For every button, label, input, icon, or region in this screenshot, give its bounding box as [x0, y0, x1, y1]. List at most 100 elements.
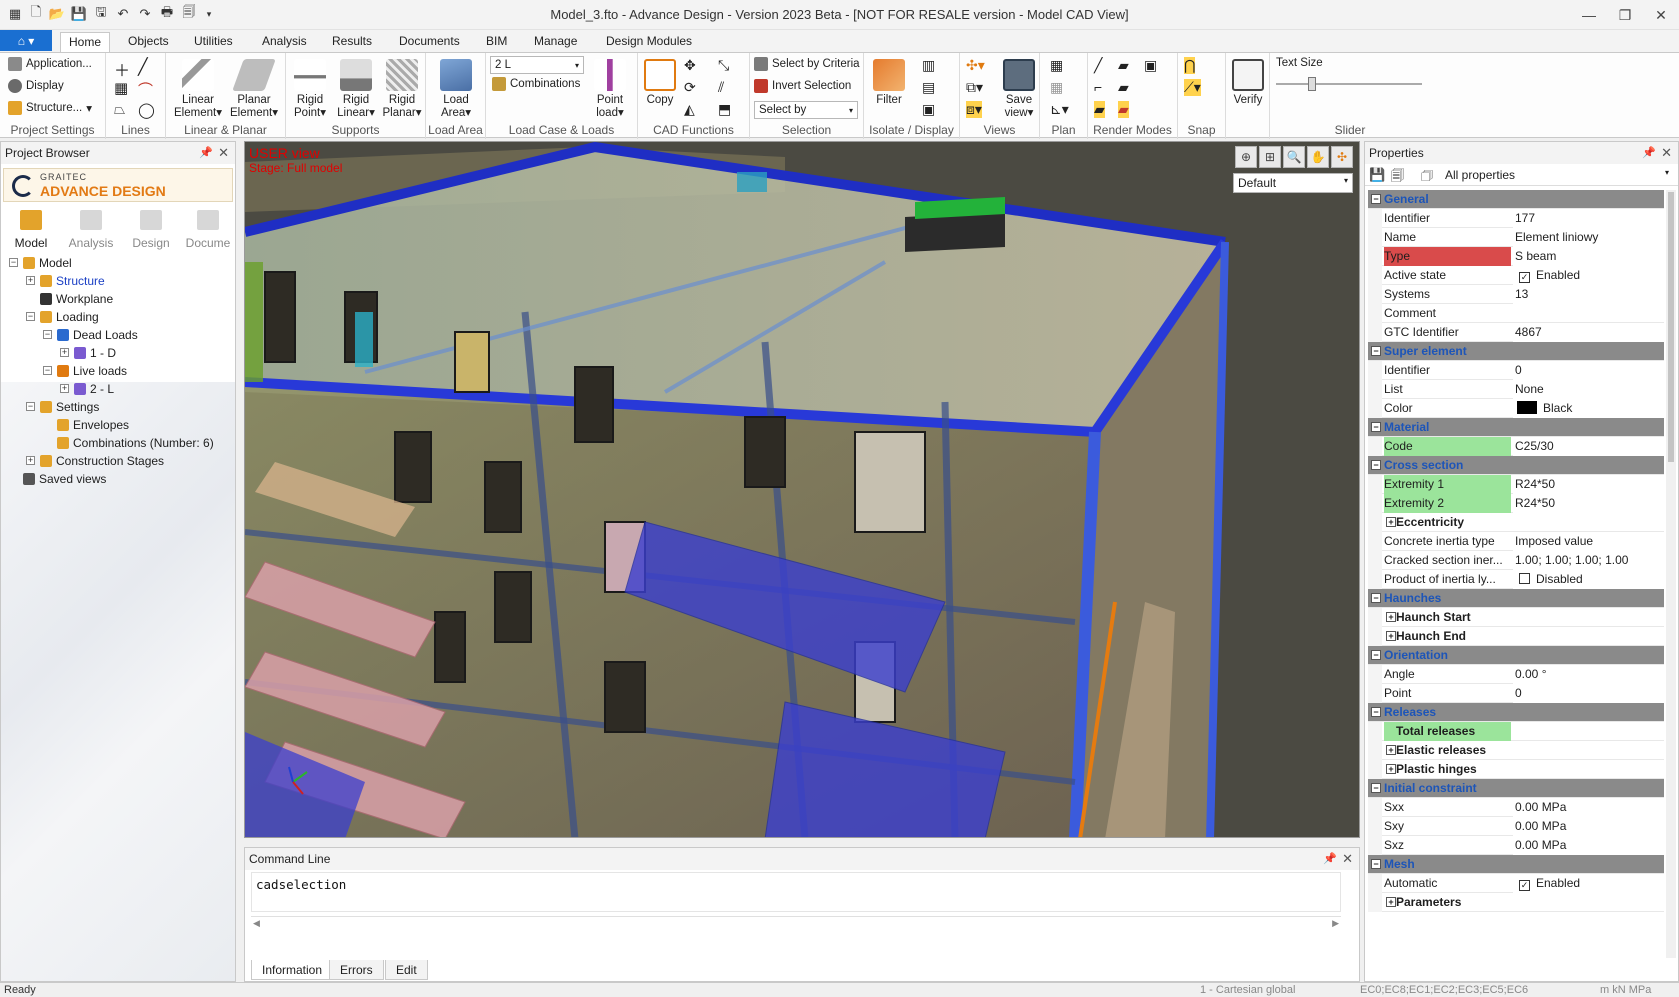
tab-documents[interactable]: Documents [391, 32, 468, 52]
application-settings-button[interactable]: Application... [8, 57, 92, 71]
mirror-icon[interactable]: ◭ [684, 101, 695, 118]
tree-item[interactable]: Combinations (Number: 6) [1, 434, 235, 452]
scroll-right-icon[interactable]: ▶ [1332, 918, 1339, 929]
browser-tab-analysis[interactable]: Analysis [61, 210, 121, 250]
property-category[interactable]: − Cross section [1368, 456, 1664, 475]
property-row[interactable]: Name Element liniowy [1368, 228, 1664, 247]
render-node-icon[interactable]: ⌐ [1094, 79, 1102, 95]
save-view-button[interactable]: Save view▾ [1000, 59, 1038, 120]
view-preset-select[interactable]: Default ▾ [1233, 173, 1353, 193]
show-all-icon[interactable]: ▣ [922, 101, 935, 118]
collapse-icon[interactable]: − [43, 366, 52, 375]
property-value[interactable]: 177 [1513, 209, 1664, 228]
collapse-icon[interactable]: − [1371, 707, 1381, 717]
split-icon[interactable]: ⫽ [718, 79, 724, 96]
property-value[interactable]: S beam [1513, 247, 1664, 266]
collapse-icon[interactable]: − [1371, 650, 1381, 660]
property-row[interactable]: Extremity 1 R24*50 [1368, 475, 1664, 494]
property-category[interactable]: − Haunches [1368, 589, 1664, 608]
invert-selection-button[interactable]: Invert Selection [754, 79, 851, 93]
property-category[interactable]: − Mesh [1368, 855, 1664, 874]
collapse-icon[interactable]: − [9, 258, 18, 267]
collapse-icon[interactable]: − [1371, 593, 1381, 603]
save-properties-icon[interactable]: 💾 [1369, 167, 1385, 183]
checkbox[interactable]: ✓ [1519, 880, 1530, 891]
property-row[interactable]: + Haunch End [1368, 627, 1664, 646]
property-row[interactable]: List None [1368, 380, 1664, 399]
command-input[interactable]: cadselection [251, 872, 1341, 912]
property-value[interactable]: R24*50 [1513, 494, 1664, 513]
tab-design-modules[interactable]: Design Modules [598, 32, 700, 52]
collapse-icon[interactable]: − [1371, 422, 1381, 432]
property-value[interactable]: 0.00 MPa [1513, 817, 1664, 836]
close-icon[interactable]: ✕ [1646, 4, 1676, 26]
property-row[interactable]: Sxy 0.00 MPa [1368, 817, 1664, 836]
browser-tab-documents[interactable]: Docume [181, 210, 235, 250]
tree-item[interactable]: − Dead Loads [1, 326, 235, 344]
render-transparent-icon[interactable]: ▰ [1094, 101, 1105, 118]
property-category[interactable]: − Material [1368, 418, 1664, 437]
snap-magnet-icon[interactable]: ⋂ [1184, 57, 1196, 74]
property-row[interactable]: Comment [1368, 304, 1664, 323]
extrude-icon[interactable]: ⬒ [718, 101, 731, 118]
collapse-icon[interactable]: − [1371, 859, 1381, 869]
combinations-button[interactable]: Combinations [492, 77, 580, 91]
select-by-dropdown[interactable]: Select by ▾ [754, 101, 858, 119]
copy-button[interactable]: Copy [640, 59, 680, 107]
close-icon[interactable]: ✕ [218, 142, 229, 164]
close-icon[interactable]: ✕ [1342, 848, 1353, 870]
coordinate-system[interactable]: 1 - Cartesian global [1200, 983, 1295, 997]
chevron-down-icon[interactable]: ▾ [1665, 168, 1669, 177]
color-swatch[interactable] [1517, 401, 1537, 414]
checkbox[interactable]: ✓ [1519, 272, 1530, 283]
plan-grid-icon[interactable]: ▦ [1050, 57, 1063, 74]
filter-button[interactable]: Filter [866, 59, 912, 107]
properties-filter-label[interactable]: All properties [1445, 168, 1515, 182]
tree-item[interactable]: − Settings [1, 398, 235, 416]
stretch-icon[interactable]: ⤡ [718, 57, 729, 74]
property-row[interactable]: Identifier 0 [1368, 361, 1664, 380]
zoom-extents-icon[interactable]: ⊕ [1235, 146, 1257, 168]
scroll-left-icon[interactable]: ◀ [253, 918, 260, 929]
property-value[interactable]: Black [1513, 399, 1664, 418]
property-row[interactable]: + Haunch Start [1368, 608, 1664, 627]
structure-settings-button[interactable]: Structure... ▾ [8, 101, 92, 115]
render-full-icon[interactable]: ▰ [1118, 101, 1129, 118]
browser-tab-design[interactable]: Design [121, 210, 181, 250]
property-value[interactable]: 1.00; 1.00; 1.00; 1.00 [1513, 551, 1664, 570]
hide-icon[interactable]: ▤ [922, 79, 935, 96]
view-box-icon[interactable]: ⧈▾ [966, 101, 982, 118]
scrollbar-thumb[interactable] [1668, 192, 1674, 462]
tab-manage[interactable]: Manage [526, 32, 585, 52]
arc-icon[interactable]: ⌒ [138, 79, 153, 100]
units[interactable]: m kN MPa [1600, 983, 1651, 997]
circle-icon[interactable]: ◯ [138, 101, 155, 119]
property-category[interactable]: − Releases [1368, 703, 1664, 722]
planar-element-button[interactable]: Planar Element▾ [226, 59, 282, 120]
tree-item[interactable]: − Model [1, 254, 235, 272]
tree-item[interactable]: − Live loads [1, 362, 235, 380]
zoom-window-icon[interactable]: ⊞ [1259, 146, 1281, 168]
tree-item[interactable]: + Construction Stages [1, 452, 235, 470]
property-row[interactable]: Identifier 177 [1368, 209, 1664, 228]
property-row[interactable]: Sxx 0.00 MPa [1368, 798, 1664, 817]
text-size-slider[interactable] [1308, 77, 1316, 91]
wireframe-icon[interactable]: ╱ [1094, 57, 1102, 74]
properties-scrollbar[interactable] [1666, 190, 1676, 958]
pin-icon[interactable]: 📌 [1323, 848, 1337, 870]
filter-properties-icon[interactable]: 🗇 [1421, 167, 1433, 189]
minimize-icon[interactable]: — [1574, 4, 1604, 26]
rotate-icon[interactable]: ⟳ [684, 79, 696, 96]
view-cube-icon[interactable]: ⧉▾ [966, 79, 983, 96]
expand-icon[interactable]: + [26, 276, 35, 285]
tree-item[interactable]: Envelopes [1, 416, 235, 434]
grid-icon[interactable]: ▦ [114, 79, 128, 97]
collapse-icon[interactable]: − [1371, 194, 1381, 204]
tab-analysis[interactable]: Analysis [254, 32, 315, 52]
tab-errors[interactable]: Errors [329, 960, 384, 980]
property-value[interactable]: 4867 [1513, 323, 1664, 342]
property-value[interactable]: 0.00 MPa [1513, 836, 1664, 855]
model-3d-render[interactable] [245, 142, 1360, 838]
property-row[interactable]: Automatic ✓ Enabled [1368, 874, 1664, 893]
collapse-icon[interactable]: − [1371, 460, 1381, 470]
